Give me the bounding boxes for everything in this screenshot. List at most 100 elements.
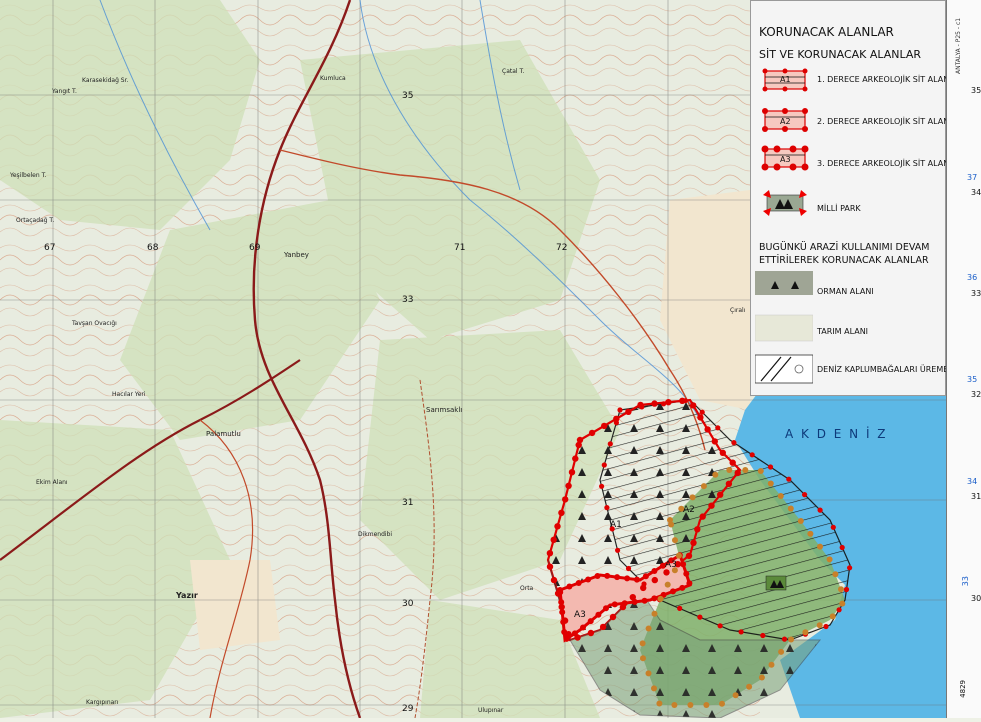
boundary-dot	[550, 576, 558, 584]
boundary-dot	[719, 449, 726, 456]
boundary-dot	[781, 636, 788, 642]
a1-symbol-text: A1	[780, 75, 791, 84]
coord-label: 37	[967, 173, 978, 182]
boundary-dot	[838, 586, 844, 593]
boundary-dot	[802, 629, 809, 636]
boundary-dot	[675, 552, 682, 559]
boundary-dot	[607, 441, 613, 447]
boundary-dot	[757, 468, 764, 474]
a3-symbol-text: A3	[780, 155, 791, 164]
boundary-dot	[587, 618, 594, 625]
boundary-dot	[847, 565, 853, 571]
coord-label: 30	[971, 594, 981, 603]
boundary-dot	[682, 398, 688, 404]
boundary-dot	[734, 469, 741, 477]
a3-site-symbol: A3	[761, 145, 809, 171]
place-name: Dikmendibi	[358, 531, 392, 538]
boundary-dot	[599, 623, 607, 631]
place-name: Ortaçadağ T.	[16, 217, 54, 224]
boundary-dot	[807, 530, 814, 537]
boundary-dot	[594, 573, 601, 579]
boundary-dot	[830, 524, 836, 530]
national-park-icon	[765, 575, 787, 591]
boundary-dot	[729, 459, 736, 466]
legend-item-national-park: MİLLİ PARK	[817, 204, 861, 213]
boundary-dot	[580, 624, 586, 631]
grid-label: 69	[249, 243, 261, 253]
boundary-dot	[595, 611, 602, 618]
legend-item-a3: 3. DERECE ARKEOLOJİK SİT ALANI	[817, 159, 952, 168]
agriculture-legend-symbol	[755, 314, 813, 342]
boundary-dot	[726, 467, 733, 473]
boundary-dot	[817, 543, 823, 550]
boundary-dot	[558, 509, 565, 516]
boundary-dot	[625, 408, 632, 415]
boundary-dot	[651, 685, 657, 692]
boundary-dot	[749, 452, 755, 458]
boundary-dot	[642, 573, 649, 580]
boundary-dot	[697, 414, 704, 421]
boundary-dot	[689, 494, 696, 501]
boundary-dot	[758, 674, 765, 681]
boundary-dot	[656, 700, 663, 707]
boundary-dot	[719, 700, 725, 707]
boundary-dot	[561, 629, 568, 635]
legend-section-sites: SİT VE KORUNACAK ALANLAR	[759, 48, 922, 61]
boundary-dot	[760, 632, 766, 639]
boundary-dot	[560, 619, 567, 625]
boundary-dot	[836, 607, 842, 613]
map-view[interactable]: A1 A2 A3 A3 A K D E N İ Z 67 68 69 71 72…	[0, 0, 981, 719]
place-name: Yazır	[175, 591, 198, 600]
boundary-dot	[588, 429, 596, 437]
legend-item-a2: 2. DERECE ARKEOLOJİK SİT ALANI	[817, 117, 952, 126]
boundary-dot	[677, 605, 683, 612]
boundary-dot	[624, 575, 631, 582]
boundary-dot	[690, 402, 697, 409]
grid-label: 71	[454, 243, 465, 253]
boundary-dot	[704, 426, 711, 433]
boundary-dot	[609, 613, 617, 621]
boundary-dot	[788, 636, 795, 643]
boundary-dot	[679, 584, 686, 591]
national-park-legend-symbol	[763, 190, 807, 216]
boundary-dot	[665, 399, 672, 406]
boundary-dot	[817, 507, 823, 513]
a1-site-symbol: A1	[762, 68, 808, 92]
boundary-dot	[611, 601, 618, 608]
boundary-dot	[614, 574, 621, 581]
coord-label: 32	[971, 390, 981, 399]
boundary-dot	[686, 580, 693, 587]
coord-label: 36	[967, 273, 978, 282]
boundary-dot	[683, 570, 690, 577]
legend-section-landuse: BUGÜNKÜ ARAZİ KULLANIMI DEVAM ETTİRİLERE…	[759, 242, 930, 266]
boundary-dot	[546, 563, 554, 570]
forest-legend-symbol	[755, 271, 813, 295]
boundary-dot	[787, 505, 794, 512]
boundary-dot	[738, 629, 744, 635]
boundary-dot	[826, 556, 833, 563]
legend-item-a1: 1. DERECE ARKEOLOJİK SİT ALANI	[817, 75, 952, 84]
boundary-dot	[839, 600, 846, 607]
coord-label: 34	[967, 477, 978, 486]
boundary-dot	[742, 467, 749, 473]
boundary-dot	[839, 544, 845, 551]
boundary-dot	[645, 670, 652, 677]
boundary-dot	[559, 609, 566, 616]
boundary-dot	[657, 595, 664, 602]
boundary-dot	[554, 523, 561, 530]
legend-title: KORUNACAK ALANLAR	[759, 25, 894, 39]
boundary-dot	[558, 599, 565, 606]
boundary-dot	[651, 610, 658, 617]
place-name: Sarımsaklı	[426, 406, 462, 414]
zone-label-a2: A1	[610, 520, 622, 530]
boundary-dot	[575, 580, 582, 586]
boundary-dot	[651, 400, 658, 407]
legend-item-forest: ORMAN ALANI	[817, 287, 874, 296]
place-name: Hacılar Yeri	[112, 391, 146, 398]
zone-label-a3-west: A3	[574, 610, 586, 620]
place-name: Kargıpınarı	[86, 699, 119, 706]
boundary-dot	[690, 539, 697, 546]
boundary-dot	[601, 462, 607, 468]
place-name: Çıralı	[730, 307, 746, 314]
boundary-dot	[613, 420, 620, 426]
